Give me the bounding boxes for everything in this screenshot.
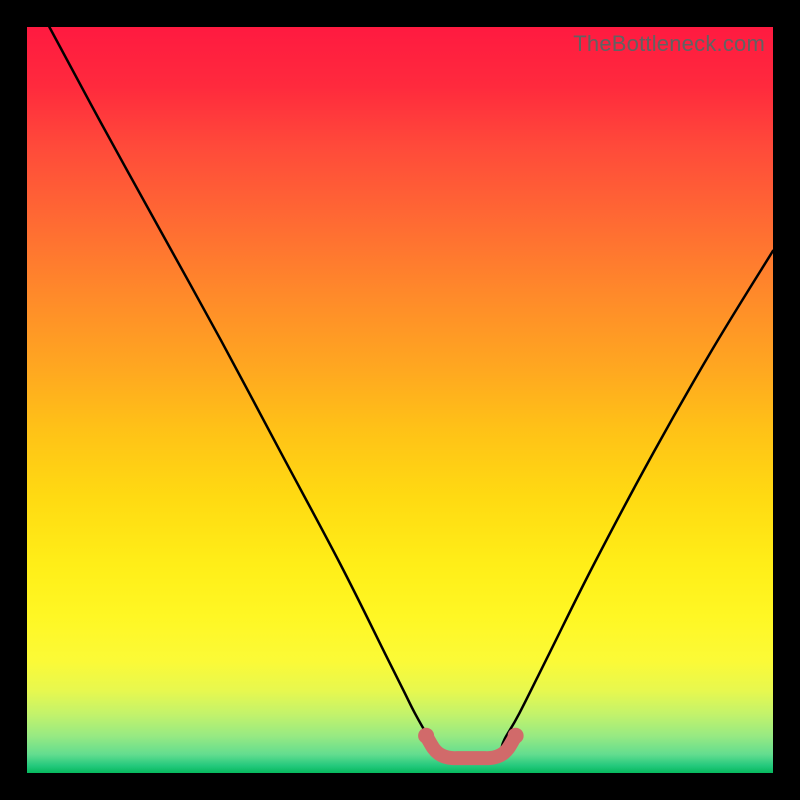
chart-frame: TheBottleneck.com bbox=[0, 0, 800, 800]
optimal-zone-endpoint bbox=[418, 728, 434, 744]
bottleneck-curve bbox=[49, 27, 773, 758]
optimal-zone-endpoint bbox=[508, 728, 524, 744]
chart-svg bbox=[27, 27, 773, 773]
optimal-zone-marker bbox=[426, 736, 516, 759]
plot-area: TheBottleneck.com bbox=[27, 27, 773, 773]
watermark-text: TheBottleneck.com bbox=[573, 31, 765, 57]
